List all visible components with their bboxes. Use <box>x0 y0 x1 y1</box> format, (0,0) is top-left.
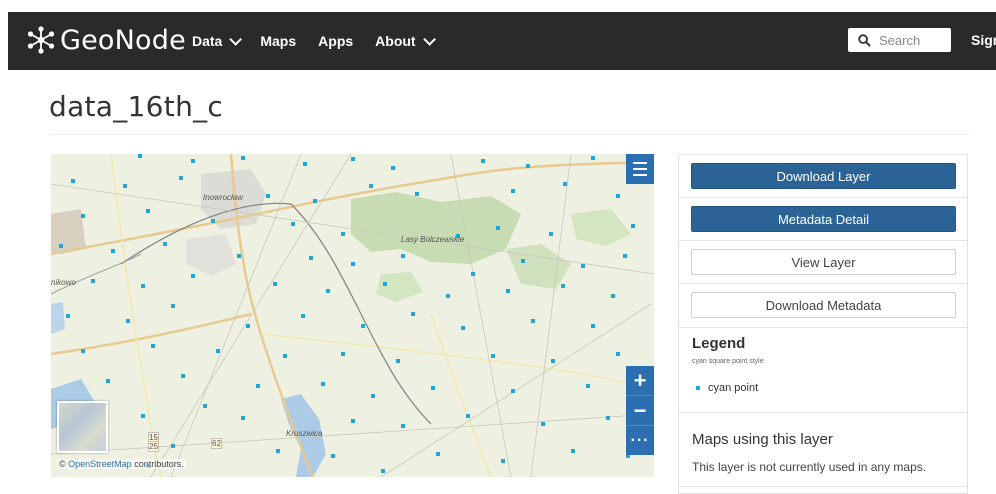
map-label-city: Inowrocław <box>203 193 244 202</box>
hamburger-icon <box>633 168 647 170</box>
nav-about-dropdown[interactable]: About <box>375 32 436 49</box>
map-menu-button[interactable] <box>626 154 654 184</box>
map-attribution: © OpenStreetMap contributors. <box>57 459 186 469</box>
page-title: data_16th_c <box>49 90 224 123</box>
cyan-square-icon <box>696 386 700 390</box>
more-options-button[interactable]: ··· <box>626 426 654 455</box>
map-label-road-25: 25 <box>148 441 159 452</box>
search-icon <box>858 33 871 47</box>
map-label-road-62: 62 <box>211 438 222 449</box>
map-label-village: nikowo <box>51 278 76 287</box>
panel-divider <box>679 486 967 487</box>
legend-subtitle: cyan square point style <box>692 358 764 365</box>
chevron-down-icon <box>229 32 243 46</box>
hamburger-icon <box>633 162 647 164</box>
nav-apps-link[interactable]: Apps <box>318 33 353 49</box>
panel-divider <box>679 283 967 284</box>
maps-using-layer-text: This layer is not currently used in any … <box>692 460 927 474</box>
nav-about-label: About <box>375 33 416 49</box>
search-input[interactable] <box>879 32 949 48</box>
metadata-detail-button[interactable]: Metadata Detail <box>691 206 956 232</box>
layer-points <box>59 154 635 473</box>
title-divider <box>49 134 969 135</box>
chevron-down-icon <box>422 32 436 46</box>
brand-logo[interactable]: GeoNode <box>26 24 186 56</box>
attribution-suffix: contributors. <box>131 459 184 469</box>
nav-data-dropdown[interactable]: Data <box>192 32 243 49</box>
map-label-forest: Lasy Bolczewskie <box>401 235 465 244</box>
legend-item: cyan point <box>696 382 758 394</box>
nav-links: Data Maps Apps About <box>192 12 454 70</box>
nav-maps-label: Maps <box>260 33 297 49</box>
search-box <box>848 28 951 52</box>
geonode-logo-icon <box>27 26 55 54</box>
layer-actions-panel: Download Layer Metadata Detail View Laye… <box>678 154 968 494</box>
panel-divider <box>679 412 967 413</box>
panel-divider <box>679 327 967 328</box>
zoom-in-button[interactable]: + <box>626 366 654 396</box>
legend-title: Legend <box>692 335 746 352</box>
sign-in-link[interactable]: Sign in <box>971 32 996 48</box>
zoom-controls: + − ··· <box>626 366 654 455</box>
nav-data-label: Data <box>192 33 223 49</box>
map-label-town: Kruszwica <box>286 429 323 438</box>
attribution-prefix: © <box>59 459 69 469</box>
download-metadata-button[interactable]: Download Metadata <box>691 292 956 318</box>
nav-apps-label: Apps <box>318 33 354 49</box>
osm-attribution-link[interactable]: OpenStreetMap <box>68 459 132 469</box>
zoom-out-button[interactable]: − <box>626 396 654 426</box>
brand-name: GeoNode <box>60 24 186 56</box>
panel-divider <box>679 240 967 241</box>
view-layer-button[interactable]: View Layer <box>691 249 956 275</box>
top-navbar: GeoNode Data Maps Apps About Sign in <box>8 12 996 70</box>
minimap-toggle[interactable] <box>57 401 108 453</box>
nav-maps-link[interactable]: Maps <box>260 33 296 49</box>
maps-using-layer-title: Maps using this layer <box>692 431 833 448</box>
download-layer-button[interactable]: Download Layer <box>691 163 956 189</box>
hamburger-icon <box>633 174 647 176</box>
legend-item-label: cyan point <box>708 382 759 394</box>
panel-divider <box>679 197 967 198</box>
map-viewer[interactable]: Inowrocław Lasy Bolczewskie nikowo Krusz… <box>51 154 654 477</box>
